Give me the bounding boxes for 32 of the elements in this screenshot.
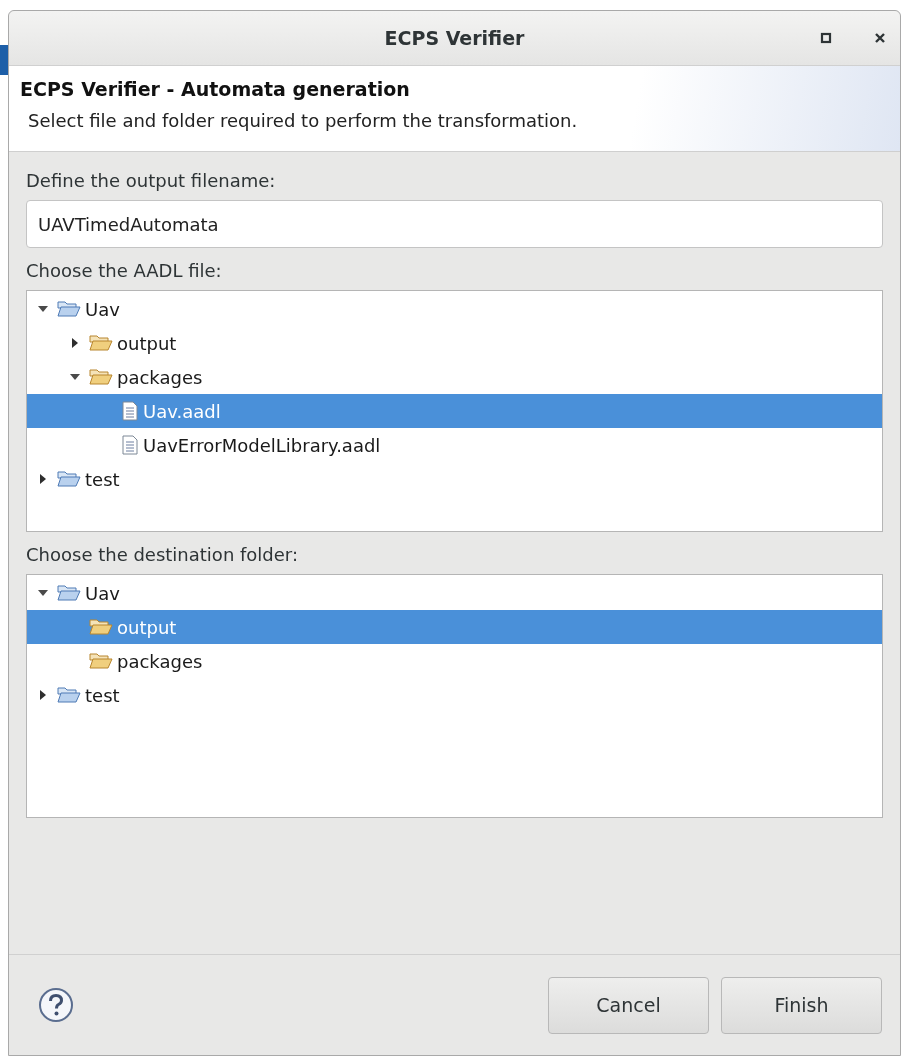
folder-icon xyxy=(57,470,81,488)
dialog-button[interactable]: Cancel xyxy=(548,976,709,1034)
tree-item[interactable]: test xyxy=(27,678,882,712)
tree-label: Choose the AADL file: xyxy=(26,260,223,281)
tree-item[interactable]: output xyxy=(27,326,882,360)
folder-icon xyxy=(57,300,81,318)
folder-icon xyxy=(57,686,81,704)
tree-item[interactable]: test xyxy=(27,462,882,496)
folder-icon xyxy=(89,334,113,352)
folder-icon xyxy=(57,584,81,602)
folder-icon xyxy=(89,618,113,636)
page-description: Select file and folder required to perform the transformation. xyxy=(27,110,579,131)
tree-view[interactable]: Uav output packages Uav.aadl UavErrorModelLibrary.aadl test xyxy=(26,290,883,532)
file-icon xyxy=(121,401,139,421)
window-title: ECPS Verifier xyxy=(384,27,525,49)
close-icon[interactable] xyxy=(874,32,886,44)
field-label: Define the output filename: xyxy=(26,170,277,191)
folder-icon xyxy=(89,368,113,386)
tree-item[interactable]: UavErrorModelLibrary.aadl xyxy=(27,428,882,462)
tree-label: Choose the destination folder: xyxy=(26,544,299,565)
folder-icon xyxy=(89,652,113,670)
page-title: ECPS Verifier - Automata generation xyxy=(20,78,411,100)
tree-view[interactable]: Uav output packages test xyxy=(26,574,883,818)
filename-field[interactable]: UAVTimedAutomata xyxy=(26,200,883,248)
help-icon[interactable] xyxy=(37,986,75,1024)
tree-item[interactable]: Uav xyxy=(27,292,882,326)
tree-item[interactable]: packages xyxy=(27,360,882,394)
tree-item[interactable]: packages xyxy=(27,644,882,678)
maximize-icon[interactable] xyxy=(820,32,832,44)
dialog-button[interactable]: Finish xyxy=(721,976,882,1034)
file-icon xyxy=(121,435,139,455)
tree-item[interactable]: Uav xyxy=(27,576,882,610)
